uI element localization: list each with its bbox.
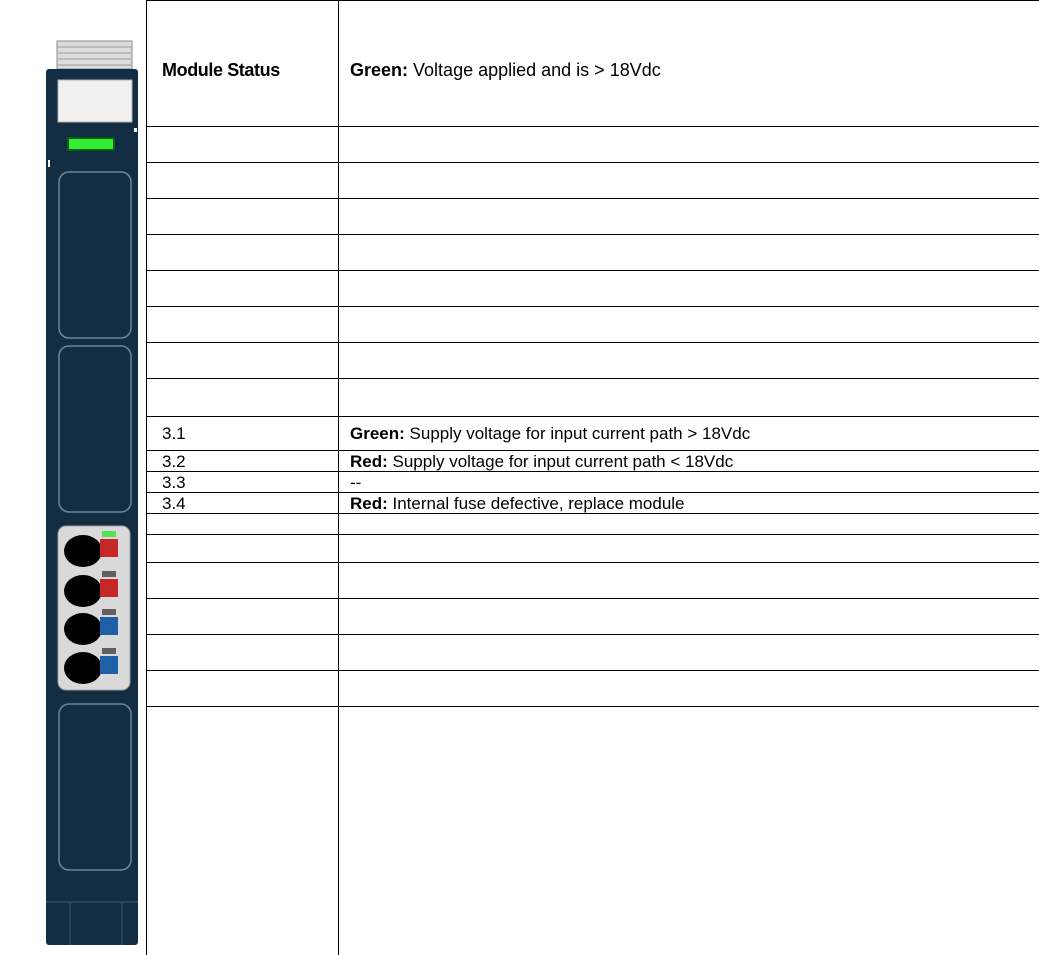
row-divider — [146, 306, 1039, 307]
row-description: Red: Supply voltage for input current pa… — [350, 452, 733, 472]
row-divider — [146, 342, 1039, 343]
row-id: 3.1 — [162, 424, 186, 443]
table-border-left — [146, 0, 147, 955]
row-divider — [146, 270, 1039, 271]
status-description-text: Voltage applied and is > 18Vdc — [408, 60, 661, 80]
row-divider — [146, 634, 1039, 635]
status-color-label: Green: — [350, 60, 409, 80]
row-divider — [146, 126, 1039, 127]
table-border-top — [146, 0, 1039, 1]
status-color-label: Red: — [350, 494, 388, 513]
row-divider — [146, 198, 1039, 199]
row-description: Green: Supply voltage for input current … — [350, 424, 750, 444]
status-color-label: Green: — [350, 424, 405, 443]
row-id: 3.4 — [162, 494, 186, 513]
header-status-description: Green: Voltage applied and is > 18Vdc — [350, 60, 661, 80]
row-divider — [146, 562, 1039, 563]
row-id: 3.3 — [162, 473, 186, 492]
module-label-window — [57, 79, 133, 123]
header-module-status: Module Status — [162, 60, 280, 80]
row-divider — [146, 378, 1039, 379]
row-divider — [146, 492, 1039, 493]
row-divider — [146, 234, 1039, 235]
row-id: 3.2 — [162, 452, 186, 471]
row-description: Red: Internal fuse defective, replace mo… — [350, 494, 685, 514]
status-description-text: Supply voltage for input current path > … — [404, 424, 751, 443]
row-divider — [146, 416, 1039, 417]
status-description-text: Supply voltage for input current path < … — [387, 452, 734, 471]
row-divider — [146, 670, 1039, 671]
status-color-label: Red: — [350, 452, 388, 471]
connector-panel — [57, 525, 131, 691]
module-top-cap — [56, 40, 133, 70]
row-divider — [146, 534, 1039, 535]
row-divider — [146, 598, 1039, 599]
green-led — [67, 137, 115, 151]
status-description-text: Internal fuse defective, replace module — [387, 494, 685, 513]
row-description: -- — [350, 473, 361, 493]
row-divider — [146, 450, 1039, 451]
row-divider — [146, 706, 1039, 707]
row-divider — [146, 162, 1039, 163]
status-description-text: -- — [350, 473, 362, 492]
io-module-illustration — [46, 40, 138, 945]
table-column-divider — [338, 0, 339, 955]
